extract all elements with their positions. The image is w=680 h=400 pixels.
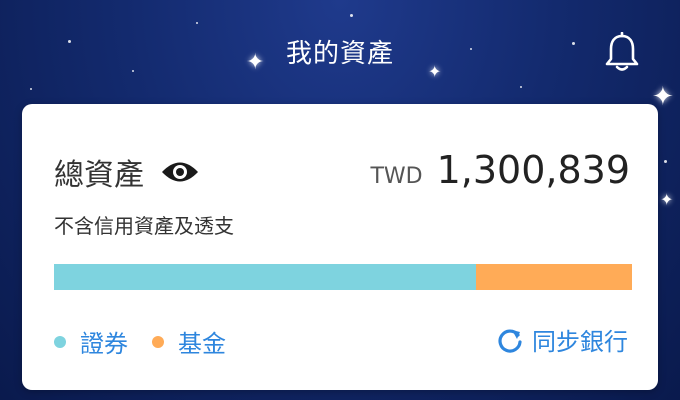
asset-summary-card: 總資產 TWD 1,300,839 不含信用資產及透支 證券 基金 同步銀行: [22, 104, 658, 390]
total-assets-value: TWD 1,300,839: [370, 148, 630, 192]
legend-item-securities[interactable]: 證券: [54, 324, 128, 359]
total-amount: 1,300,839: [436, 148, 630, 192]
app-header: 我的資產: [0, 0, 680, 100]
asset-distribution-bar: [54, 264, 632, 290]
sparkle: ✦: [660, 190, 674, 209]
bar-segment-securities: [54, 264, 476, 290]
legend-label-securities: 證券: [80, 330, 128, 358]
total-assets-label: 總資產: [54, 158, 144, 193]
legend-label-funds: 基金: [178, 330, 226, 358]
legend-item-funds[interactable]: 基金: [152, 324, 226, 359]
page-title: 我的資產: [285, 39, 394, 69]
asset-legend: 證券 基金: [54, 324, 250, 359]
bell-icon[interactable]: [604, 32, 640, 74]
legend-dot-securities: [54, 335, 66, 348]
currency-code: TWD: [370, 164, 423, 189]
eye-icon[interactable]: [160, 159, 200, 185]
sync-bank-button[interactable]: 同步銀行: [496, 322, 628, 357]
assets-note: 不含信用資產及透支: [54, 214, 234, 238]
bar-segment-funds: [475, 264, 632, 290]
total-assets-header: 總資產: [54, 150, 200, 194]
sync-bank-label: 同步銀行: [532, 328, 628, 356]
star: [664, 160, 667, 163]
app-screen: ✦ ✦ ✦ ✦ 我的資產 總資產 TWD 1,300,839 不含信用資產及透支: [0, 0, 680, 400]
refresh-icon: [498, 328, 522, 353]
legend-dot-funds: [152, 335, 164, 348]
